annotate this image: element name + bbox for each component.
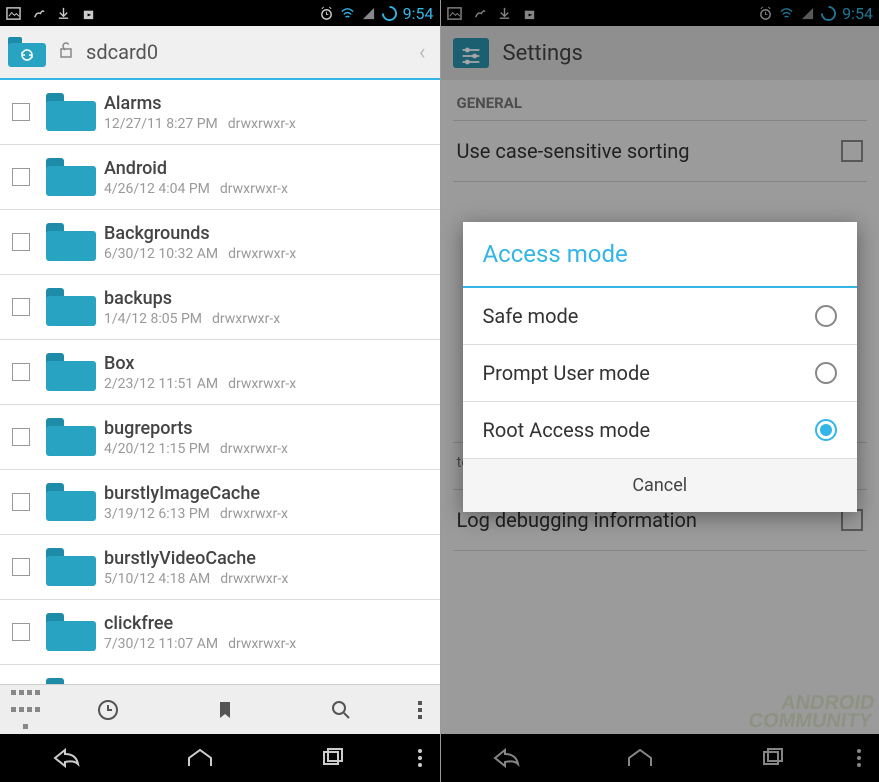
radio-icon[interactable] — [815, 419, 837, 441]
folder-icon — [46, 678, 96, 684]
file-row[interactable]: Box 2/23/12 11:51 AMdrwxrwxr-x — [0, 340, 440, 405]
file-name: burstlyVideoCache — [104, 548, 432, 569]
folder-icon — [46, 93, 96, 131]
history-button[interactable] — [50, 685, 167, 734]
dialog-title: Access mode — [463, 222, 858, 288]
dialog-option[interactable]: Prompt User mode — [463, 345, 858, 402]
clock-text: 9:54 — [403, 4, 434, 23]
breadcrumb[interactable]: sdcard0 — [86, 40, 403, 64]
folder-icon — [46, 418, 96, 456]
file-meta: 2/23/12 11:51 AMdrwxrwxr-x — [104, 376, 432, 392]
file-row[interactable]: burstlyImageCache 3/19/12 6:13 PMdrwxrwxr… — [0, 470, 440, 535]
folder-icon — [46, 483, 96, 521]
file-name: backups — [104, 288, 432, 309]
file-name: Box — [104, 353, 432, 374]
play-store-icon — [81, 6, 96, 21]
unlock-icon[interactable] — [56, 40, 76, 64]
checkbox-icon[interactable] — [12, 363, 30, 381]
option-label: Prompt User mode — [483, 361, 816, 385]
checkbox-icon[interactable] — [12, 493, 30, 511]
nav-overflow-button[interactable] — [400, 749, 440, 767]
status-bar: 9:54 — [0, 0, 440, 26]
file-row[interactable]: Android 4/26/12 4:04 PMdrwxrwxr-x — [0, 145, 440, 210]
file-list[interactable]: Alarms 12/27/11 8:27 PMdrwxrwxr-x Android 4… — [0, 80, 440, 684]
file-row[interactable]: backups 1/4/12 8:05 PMdrwxrwxr-x — [0, 275, 440, 340]
file-meta: 4/26/12 4:04 PMdrwxrwxr-x — [104, 181, 432, 197]
file-row[interactable]: Alarms 12/27/11 8:27 PMdrwxrwxr-x — [0, 80, 440, 145]
dialog-option[interactable]: Safe mode — [463, 288, 858, 345]
file-row[interactable]: Backgrounds 6/30/12 10:32 AMdrwxrwxr-x — [0, 210, 440, 275]
file-row[interactable]: clockworkmod — [0, 665, 440, 684]
file-meta: 4/20/12 1:15 PMdrwxrwxr-x — [104, 441, 432, 457]
folder-icon — [46, 613, 96, 651]
phone-left: 9:54 sdcard0 ‹ Alarms 12/27/11 8:27 PMdrw… — [0, 0, 440, 782]
checkbox-icon[interactable] — [12, 623, 30, 641]
file-row[interactable]: bugreports 4/20/12 1:15 PMdrwxrwxr-x — [0, 405, 440, 470]
file-name: burstlyImageCache — [104, 483, 432, 504]
nav-bar — [0, 734, 440, 782]
image-icon — [6, 6, 21, 21]
checkbox-icon[interactable] — [12, 558, 30, 576]
option-label: Safe mode — [483, 304, 816, 328]
dialog-option[interactable]: Root Access mode — [463, 402, 858, 459]
signal-icon — [361, 6, 376, 21]
app-header: sdcard0 ‹ — [0, 26, 440, 80]
file-name: bugreports — [104, 418, 432, 439]
checkbox-icon[interactable] — [12, 428, 30, 446]
file-name: Android — [104, 158, 432, 179]
file-row[interactable]: burstlyVideoCache 5/10/12 4:18 AMdrwxrwxr… — [0, 535, 440, 600]
folder-icon — [46, 223, 96, 261]
folder-icon — [46, 353, 96, 391]
bottom-toolbar — [0, 684, 440, 734]
file-row[interactable]: clickfree 7/30/12 11:07 AMdrwxrwxr-x — [0, 600, 440, 665]
overflow-button[interactable] — [400, 685, 440, 734]
chevron-left-icon[interactable]: ‹ — [413, 40, 432, 65]
recents-button[interactable] — [266, 746, 399, 770]
search-button[interactable] — [283, 685, 400, 734]
option-label: Root Access mode — [483, 418, 816, 442]
download-icon — [56, 6, 71, 21]
file-meta: 7/30/12 11:07 AMdrwxrwxr-x — [104, 636, 432, 652]
checkbox-icon[interactable] — [12, 233, 30, 251]
folder-icon — [46, 288, 96, 326]
drag-handle-icon[interactable] — [0, 685, 50, 734]
file-name: clickfree — [104, 613, 432, 634]
file-name: Backgrounds — [104, 223, 432, 244]
file-name: Alarms — [104, 93, 432, 114]
file-meta: 3/19/12 6:13 PMdrwxrwxr-x — [104, 506, 432, 522]
battery-icon — [382, 6, 397, 21]
dialog-cancel-button[interactable]: Cancel — [463, 459, 858, 512]
checkbox-icon[interactable] — [12, 298, 30, 316]
file-meta: 1/4/12 8:05 PMdrwxrwxr-x — [104, 311, 432, 327]
file-meta: 12/27/11 8:27 PMdrwxrwxr-x — [104, 116, 432, 132]
radio-icon[interactable] — [815, 305, 837, 327]
running-icon — [31, 6, 46, 21]
folder-icon — [46, 158, 96, 196]
home-button[interactable] — [133, 746, 266, 770]
checkbox-icon[interactable] — [12, 168, 30, 186]
folder-icon — [46, 548, 96, 586]
access-mode-dialog: Access mode Safe mode Prompt User mode Roo… — [463, 222, 858, 512]
radio-icon[interactable] — [815, 362, 837, 384]
checkbox-icon[interactable] — [12, 103, 30, 121]
bookmark-button[interactable] — [167, 685, 284, 734]
wifi-icon — [340, 6, 355, 21]
back-button[interactable] — [0, 746, 133, 770]
file-meta: 5/10/12 4:18 AMdrwxrwxr-x — [104, 571, 432, 587]
app-icon[interactable] — [8, 37, 46, 67]
file-meta: 6/30/12 10:32 AMdrwxrwxr-x — [104, 246, 432, 262]
alarm-icon — [319, 6, 334, 21]
phone-right: 9:54 Settings GENERAL Use case-sensitive… — [440, 0, 879, 782]
